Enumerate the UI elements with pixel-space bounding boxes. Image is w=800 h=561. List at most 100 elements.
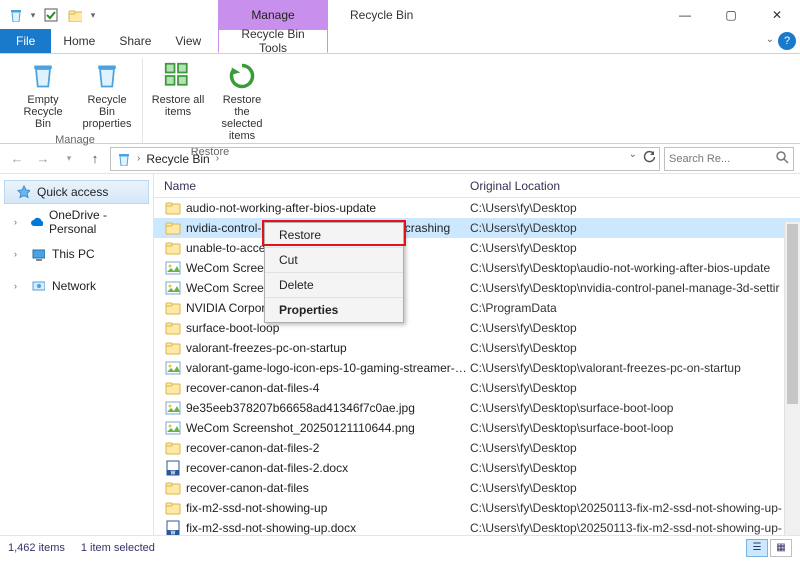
empty-bin-icon <box>27 60 59 92</box>
restore-selected-items-button[interactable]: Restore the selected items <box>213 58 271 144</box>
img-icon <box>164 420 182 436</box>
refresh-icon[interactable] <box>641 149 655 168</box>
file-name: surface-boot-loop <box>186 321 470 335</box>
context-menu-properties[interactable]: Properties <box>265 298 403 322</box>
file-list: audio-not-working-after-bios-updateC:\Us… <box>154 198 800 535</box>
help-button[interactable]: ? <box>778 32 796 50</box>
vertical-scrollbar[interactable] <box>784 222 800 535</box>
file-row[interactable]: recover-canon-dat-filesC:\Users\fy\Deskt… <box>154 478 800 498</box>
context-menu-restore[interactable]: Restore <box>265 223 403 248</box>
navigation-pane: Quick access › OneDrive - Personal › Thi… <box>0 174 154 535</box>
file-original-location: C:\Users\fy\Desktop\surface-boot-loop <box>470 401 800 415</box>
address-history-dropdown-icon[interactable]: ⌄ <box>629 149 637 168</box>
recycle-bin-properties-label: Recycle Bin properties <box>80 94 134 130</box>
recycle-bin-properties-button[interactable]: Recycle Bin properties <box>78 58 136 132</box>
file-name: valorant-game-logo-icon-eps-10-gaming-st… <box>186 361 470 375</box>
star-icon <box>15 184 31 200</box>
recycle-bin-tools-tab[interactable]: Recycle Bin Tools <box>218 29 328 53</box>
file-name: fix-m2-ssd-not-showing-up <box>186 501 470 515</box>
file-row[interactable]: WeCom Screenshot_...C:\Users\fy\Desktop\… <box>154 278 800 298</box>
home-tab[interactable]: Home <box>51 29 107 53</box>
file-row[interactable]: surface-boot-loopC:\Users\fy\Desktop <box>154 318 800 338</box>
file-row[interactable]: recover-canon-dat-files-2.docxC:\Users\f… <box>154 458 800 478</box>
window-title: Recycle Bin <box>350 0 413 30</box>
maximize-button[interactable]: ▢ <box>708 0 754 30</box>
file-row[interactable]: fix-m2-ssd-not-showing-up.docxC:\Users\f… <box>154 518 800 535</box>
file-name: valorant-freezes-pc-on-startup <box>186 341 470 355</box>
file-row[interactable]: nvidia-control-panel-manage-3d-settings-… <box>154 218 800 238</box>
file-name: 9e35eeb378207b66658ad41346f7c0ae.jpg <box>186 401 470 415</box>
chevron-right-icon[interactable]: › <box>14 281 24 291</box>
file-row[interactable]: recover-canon-dat-files-2C:\Users\fy\Des… <box>154 438 800 458</box>
folder-icon <box>164 240 182 256</box>
file-original-location: C:\Users\fy\Desktop <box>470 321 800 335</box>
pc-icon <box>30 246 46 262</box>
context-menu: Restore Cut Delete Properties <box>264 222 404 323</box>
nav-back-button[interactable]: ← <box>6 148 28 170</box>
file-original-location: C:\Users\fy\Desktop <box>470 381 800 395</box>
nav-up-button[interactable]: ↑ <box>84 148 106 170</box>
file-original-location: C:\Users\fy\Desktop <box>470 221 800 235</box>
file-row[interactable]: WeCom Screenshot_...C:\Users\fy\Desktop\… <box>154 258 800 278</box>
address-recycle-bin-icon <box>115 151 131 167</box>
file-row[interactable]: 9e35eeb378207b66658ad41346f7c0ae.jpgC:\U… <box>154 398 800 418</box>
folder-icon <box>164 340 182 356</box>
nav-forward-button[interactable]: → <box>32 148 54 170</box>
context-menu-cut[interactable]: Cut <box>265 248 403 273</box>
file-name: WeCom Screenshot_20250121110644.png <box>186 421 470 435</box>
empty-recycle-bin-button[interactable]: Empty Recycle Bin <box>14 58 72 132</box>
nav-history-dropdown[interactable]: ▾ <box>58 148 80 170</box>
folder-icon <box>164 200 182 216</box>
file-name: fix-m2-ssd-not-showing-up.docx <box>186 521 470 535</box>
column-header-original-location[interactable]: Original Location <box>470 179 800 193</box>
breadcrumb-sep-1[interactable]: › <box>216 153 219 164</box>
nav-onedrive[interactable]: › OneDrive - Personal <box>0 210 153 234</box>
chevron-right-icon[interactable]: › <box>14 217 23 227</box>
close-button[interactable]: ✕ <box>754 0 800 30</box>
qat-new-folder-icon[interactable] <box>64 4 86 26</box>
thumbnails-view-button[interactable]: ▦ <box>770 539 792 557</box>
file-row[interactable]: fix-m2-ssd-not-showing-upC:\Users\fy\Des… <box>154 498 800 518</box>
file-row[interactable]: valorant-freezes-pc-on-startupC:\Users\f… <box>154 338 800 358</box>
details-view-button[interactable]: ☰ <box>746 539 768 557</box>
img-icon <box>164 360 182 376</box>
file-tab[interactable]: File <box>0 29 51 53</box>
nav-this-pc[interactable]: › This PC <box>0 242 153 266</box>
minimize-button[interactable]: — <box>662 0 708 30</box>
file-row[interactable]: unable-to-access-...C:\Users\fy\Desktop <box>154 238 800 258</box>
qat-customize-dropdown[interactable]: ▾ <box>88 10 98 21</box>
file-row[interactable]: NVIDIA CorporationC:\ProgramData <box>154 298 800 318</box>
nav-this-pc-label: This PC <box>52 247 95 261</box>
restore-all-icon <box>162 60 194 92</box>
empty-recycle-bin-label: Empty Recycle Bin <box>16 94 70 130</box>
share-tab[interactable]: Share <box>107 29 163 53</box>
search-placeholder: Search Re... <box>669 153 730 165</box>
file-original-location: C:\ProgramData <box>470 301 800 315</box>
file-row[interactable]: valorant-game-logo-icon-eps-10-gaming-st… <box>154 358 800 378</box>
nav-quick-access[interactable]: Quick access <box>4 180 149 204</box>
file-original-location: C:\Users\fy\Desktop\audio-not-working-af… <box>470 261 800 275</box>
folder-icon <box>164 320 182 336</box>
doc-icon <box>164 520 182 535</box>
collapse-ribbon-button[interactable]: ⌄ <box>766 34 774 45</box>
file-row[interactable]: recover-canon-dat-files-4C:\Users\fy\Des… <box>154 378 800 398</box>
qat-dropdown-1[interactable]: ▾ <box>28 10 38 21</box>
file-row[interactable]: audio-not-working-after-bios-updateC:\Us… <box>154 198 800 218</box>
restore-all-label: Restore all items <box>151 94 205 118</box>
chevron-right-icon[interactable]: › <box>14 249 24 259</box>
file-original-location: C:\Users\fy\Desktop <box>470 201 800 215</box>
address-bar[interactable]: › Recycle Bin › ⌄ <box>110 147 660 171</box>
file-row[interactable]: WeCom Screenshot_20250121110644.pngC:\Us… <box>154 418 800 438</box>
scrollbar-thumb[interactable] <box>787 224 798 404</box>
column-header-name[interactable]: Name <box>164 179 470 193</box>
search-input[interactable]: Search Re... <box>664 147 794 171</box>
context-tab-header: Manage <box>218 0 328 30</box>
qat-properties-check-icon[interactable] <box>40 4 62 26</box>
breadcrumb-sep-0[interactable]: › <box>137 153 140 164</box>
breadcrumb-recycle-bin[interactable]: Recycle Bin <box>146 152 209 166</box>
qat-recycle-bin-icon[interactable] <box>4 4 26 26</box>
nav-network[interactable]: › Network <box>0 274 153 298</box>
view-tab[interactable]: View <box>163 29 213 53</box>
context-menu-delete[interactable]: Delete <box>265 273 403 298</box>
restore-all-items-button[interactable]: Restore all items <box>149 58 207 144</box>
